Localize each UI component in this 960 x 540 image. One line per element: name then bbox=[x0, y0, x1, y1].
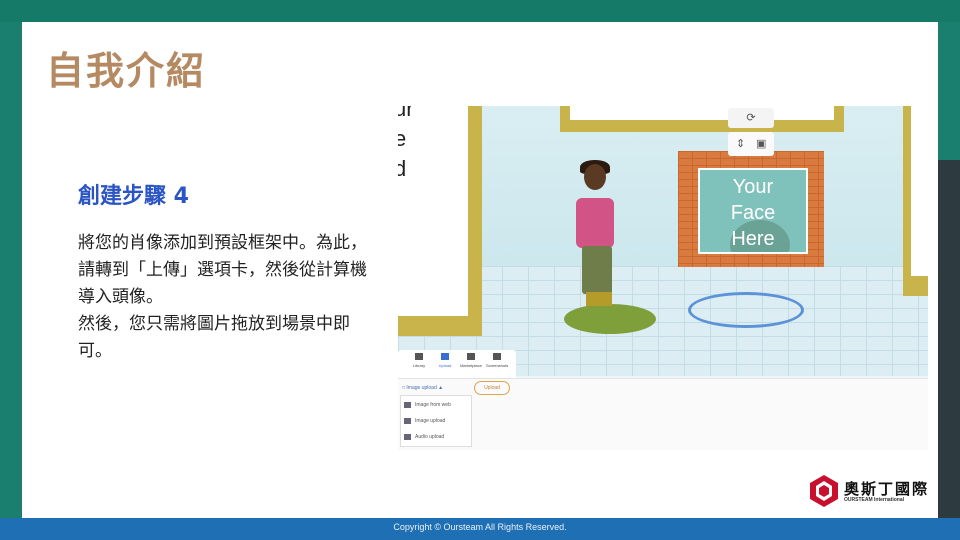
copyright-text: Copyright © Oursteam All Rights Reserved… bbox=[393, 522, 567, 532]
upload-type-menu: Image from web Image upload Audio upload bbox=[400, 395, 472, 447]
bag-icon bbox=[467, 353, 475, 360]
tab-screenshots[interactable]: Screenshots bbox=[486, 353, 508, 368]
move-vertical-icon[interactable]: ⇕ bbox=[736, 137, 745, 150]
logo-name-cn: 奧斯丁國際 bbox=[844, 480, 930, 498]
avatar-pants bbox=[582, 246, 612, 294]
bottom-toolbar: Library Upload Marketplace Screenshots bbox=[398, 350, 516, 380]
image-upload-icon bbox=[404, 417, 411, 424]
menu-item-image-from-web[interactable]: Image from web bbox=[401, 397, 471, 413]
library-icon bbox=[415, 353, 423, 360]
menu-item-audio-upload[interactable]: Audio upload bbox=[401, 429, 471, 445]
tab-upload[interactable]: Upload bbox=[434, 353, 456, 368]
upload-type-select[interactable]: □ Image upload ▲ bbox=[402, 382, 466, 394]
instruction-paragraph-1: 將您的肖像添加到預設框架中。為此，請轉到「上傳」選項卡，然後從計算機導入頭像。 bbox=[78, 233, 367, 307]
image-icon bbox=[493, 353, 501, 360]
right-picture-frame bbox=[903, 106, 928, 296]
placement-ring bbox=[688, 292, 804, 328]
left-picture-frame: ur e d bbox=[398, 106, 482, 336]
left-band bbox=[0, 22, 22, 518]
step-heading: 創建步驟 4 bbox=[78, 184, 189, 209]
face-placeholder[interactable]: Your Face Here bbox=[698, 168, 808, 254]
tab-library[interactable]: Library bbox=[408, 353, 430, 368]
avatar-shirt bbox=[576, 198, 614, 248]
scene-screenshot: ur e d Your Face Here ⟳ ⇕ ▣ Library Uplo… bbox=[398, 106, 928, 450]
instruction-paragraph-2: 然後，您只需將圖片拖放到場景中即可。 bbox=[78, 314, 350, 361]
audio-icon bbox=[404, 433, 411, 440]
top-picture-frame bbox=[560, 106, 844, 132]
avatar-pad bbox=[564, 304, 656, 334]
scale-icon[interactable]: ▣ bbox=[756, 137, 766, 150]
menu-item-image-upload[interactable]: Image upload bbox=[401, 413, 471, 429]
left-frame-text: ur e d bbox=[398, 106, 468, 316]
object-controls[interactable]: ⇕ ▣ bbox=[728, 132, 774, 156]
web-image-icon bbox=[404, 401, 411, 408]
upload-icon bbox=[441, 353, 449, 360]
top-band bbox=[0, 0, 960, 22]
avatar-head bbox=[584, 164, 606, 190]
tab-marketplace[interactable]: Marketplace bbox=[460, 353, 482, 368]
rotate-icon[interactable]: ⟳ bbox=[728, 108, 774, 128]
logo-mark-icon bbox=[810, 475, 838, 507]
face-placeholder-text: Your Face Here bbox=[730, 176, 776, 250]
logo-name-en: OURSTEAM International bbox=[844, 497, 905, 503]
slide-title: 自我介紹 bbox=[46, 49, 207, 93]
footer-bar: Copyright © Oursteam All Rights Reserved… bbox=[0, 518, 960, 540]
upload-button[interactable]: Upload bbox=[474, 381, 510, 395]
right-decor bbox=[938, 160, 960, 520]
avatar-boots bbox=[586, 292, 612, 306]
company-logo: 奧斯丁國際 OURSTEAM International bbox=[810, 475, 936, 509]
step-instructions: 將您的肖像添加到預設框架中。為此，請轉到「上傳」選項卡，然後從計算機導入頭像。 … bbox=[78, 230, 383, 365]
